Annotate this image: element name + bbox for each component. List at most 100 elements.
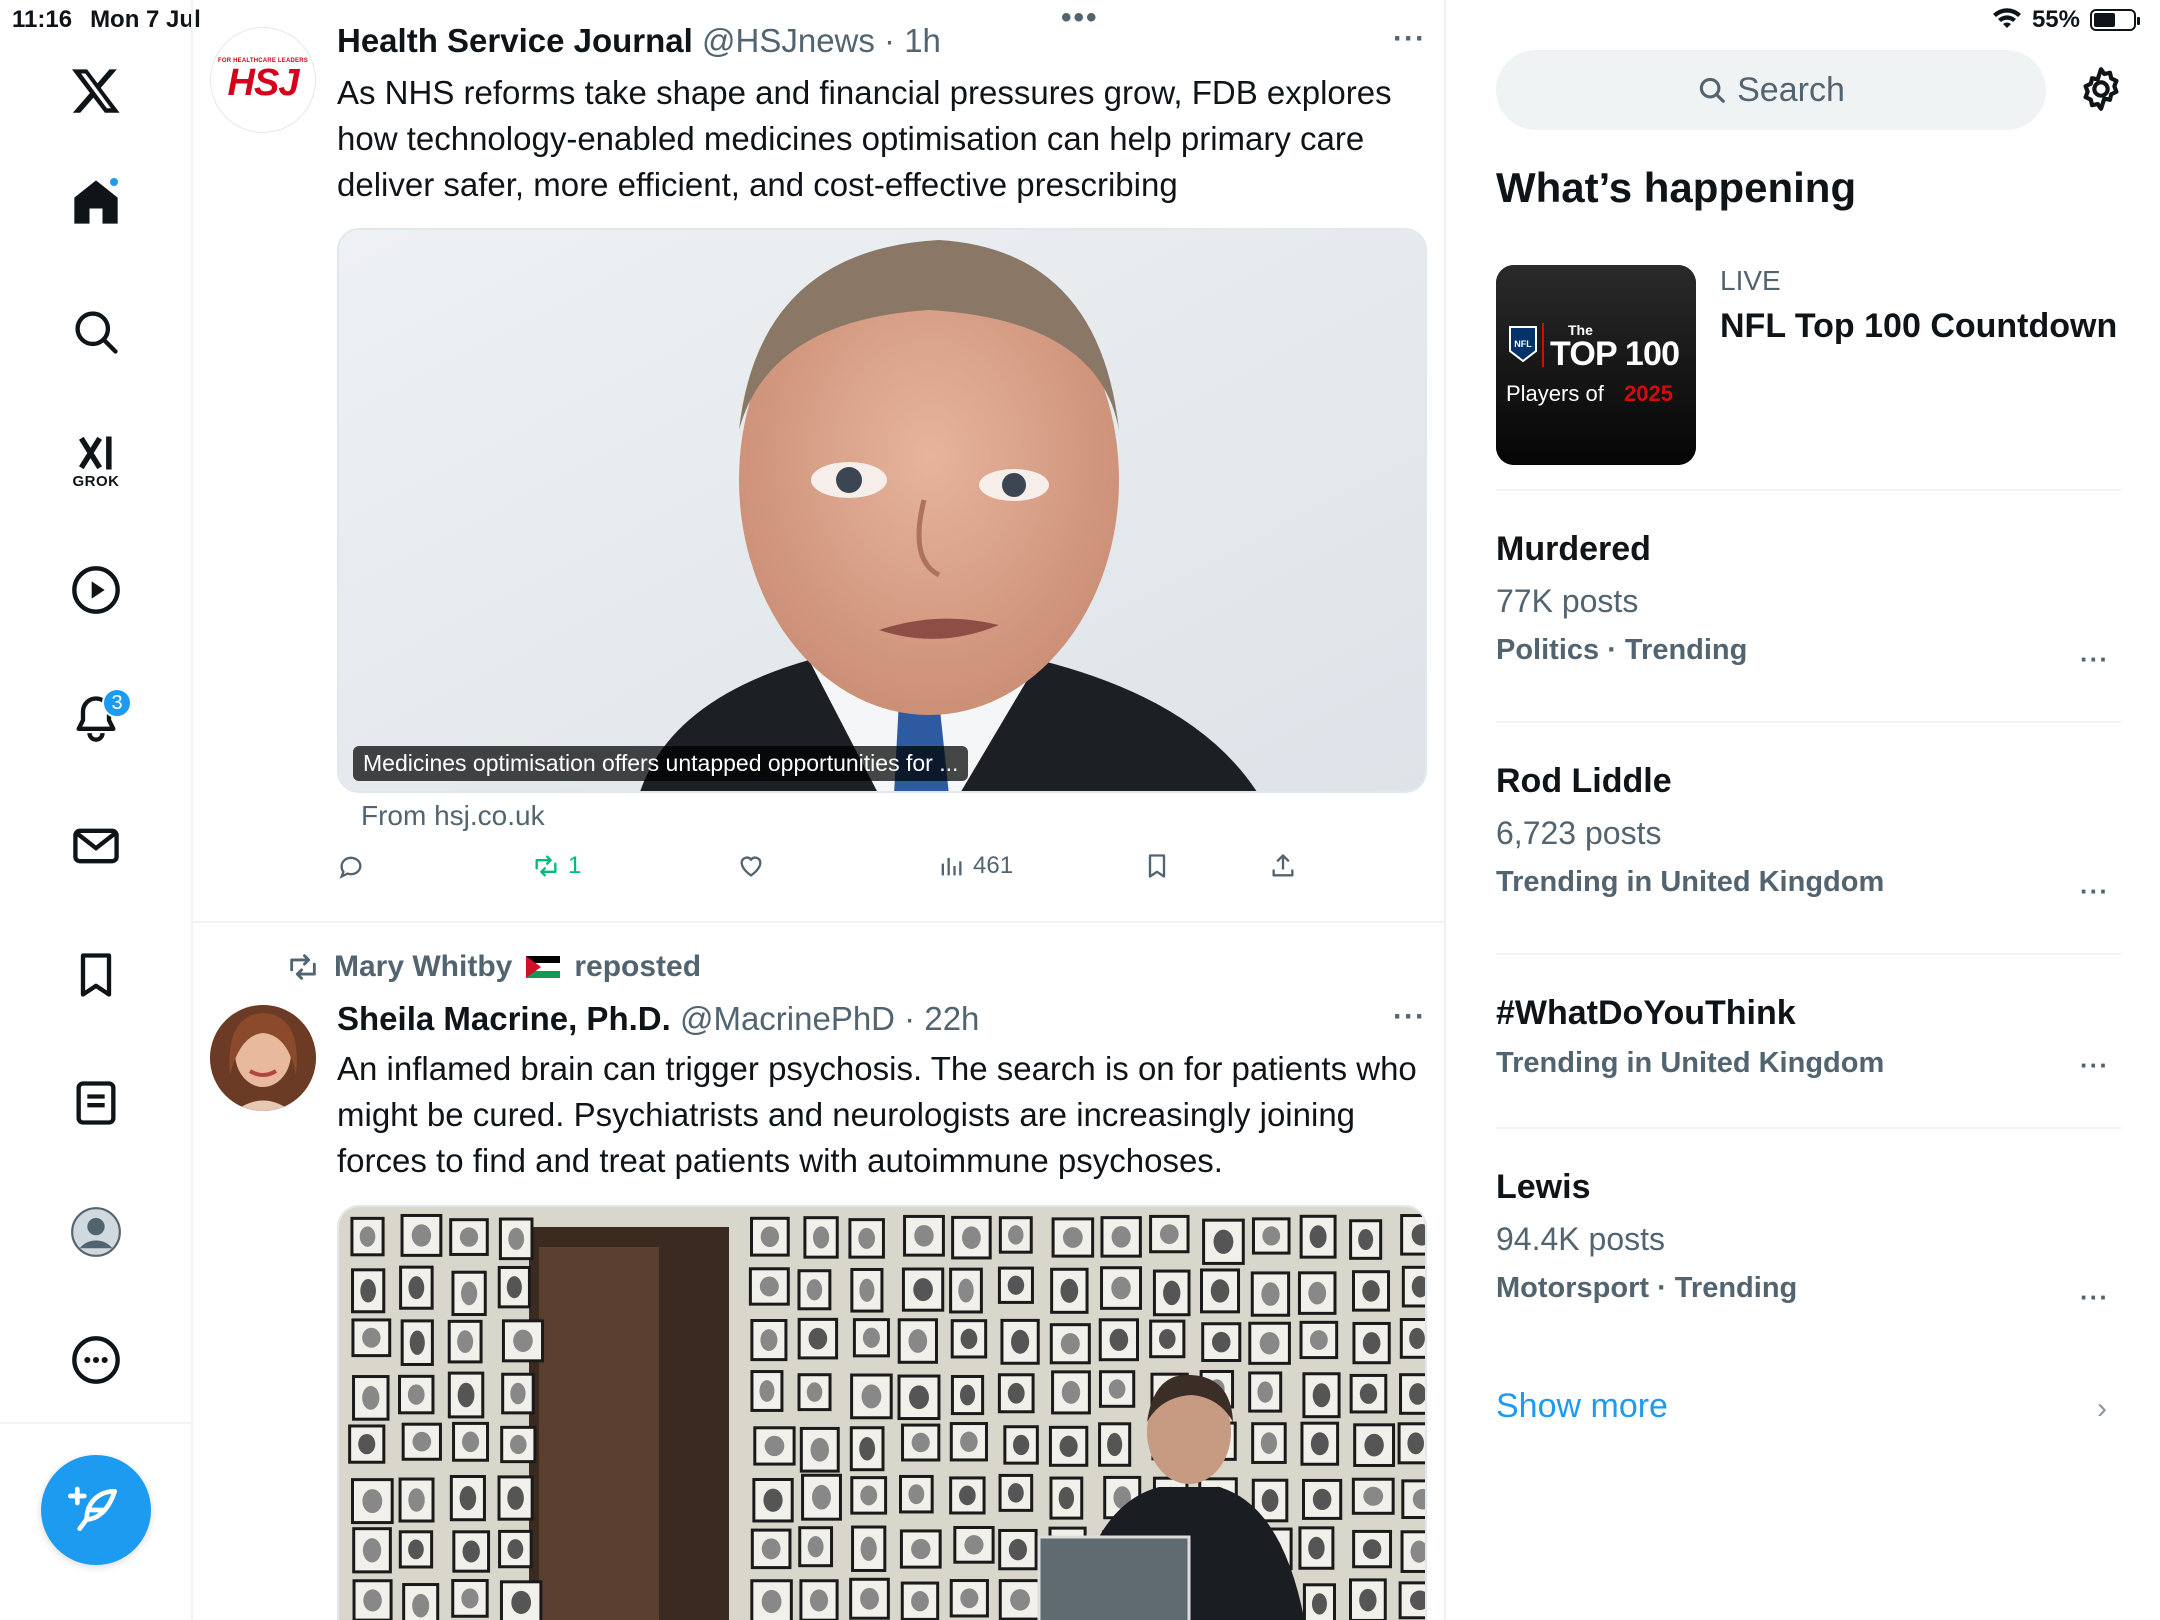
left-nav: GROK 3 [0,0,193,1620]
share-button[interactable] [1269,852,1297,880]
grok-label: GROK [72,472,120,490]
author-photo [210,1005,316,1111]
trend-context: Trending in United Kingdom [1496,866,1885,898]
nav-explore[interactable] [56,292,136,372]
feather-plus-icon [68,1486,117,1531]
share-icon [1272,854,1294,877]
notifications-badge: 3 [102,688,132,718]
views-button[interactable]: 461 [937,852,1013,880]
trend-post-count: 94.4K posts [1496,1221,1665,1257]
repost-context[interactable]: Mary Whitby reposted [286,950,701,984]
nav-divider [0,1422,193,1424]
right-sidebar: Search What’s happening NFL The TOP 100 … [1446,0,2160,1620]
trend-item[interactable]: Rod Liddle 6,723 posts Trending in Unite… [1496,762,2121,906]
link-card-title: Medicines optimisation offers untapped o… [353,746,969,781]
nav-bookmarks[interactable] [56,935,136,1015]
timeline: FOR HEALTHCARE LEADERS HSJ Health Servic… [193,0,1446,1620]
trend-context: Politics · Trending [1496,634,1748,666]
author-handle-time[interactable]: @MacrinePhD · 22h [680,1000,979,1037]
nfl-top100-thumbnail: NFL The TOP 100 Players of 2025 [1496,265,1696,465]
more-circle-icon [72,1336,120,1384]
trend-name: #WhatDoYouThink [1496,994,1796,1032]
repost-icon [535,855,557,877]
list-icon [76,1081,116,1125]
author-name[interactable]: Health Service Journal [337,22,693,59]
divider [1496,489,2121,491]
thumb-players: Players of [1506,381,1605,406]
trend-more-button[interactable]: ··· [2080,1050,2109,1081]
bookmark-icon [1148,854,1166,878]
trend-name: Lewis [1496,1168,1591,1206]
repost-button[interactable]: 1 [532,852,581,880]
trend-more-button[interactable]: ··· [2080,876,2109,907]
palestine-flag-icon [526,956,561,978]
nav-more[interactable] [56,1320,136,1400]
nav-notifications[interactable]: 3 [56,678,136,758]
search-icon [1699,77,1725,103]
like-button[interactable] [737,852,765,880]
repost-icon [290,954,316,980]
reposted-label: reposted [574,950,702,983]
envelope-icon [73,828,119,864]
tweet-more-button[interactable]: ··· [1393,1000,1426,1034]
compose-post-button[interactable] [41,1455,151,1565]
portrait-photo [339,230,1425,791]
bookmark-button[interactable] [1143,852,1171,880]
search-input[interactable]: Search [1496,50,2046,130]
settings-gear-icon[interactable] [2076,64,2126,114]
nav-profile[interactable] [56,1192,136,1272]
trend-more-button[interactable]: ··· [2080,644,2109,675]
x-logo-icon[interactable] [56,50,136,130]
profile-avatar-icon [71,1207,121,1257]
play-circle-icon [72,566,120,614]
live-event-card[interactable]: NFL The TOP 100 Players of 2025 LIVE NFL… [1496,265,2117,465]
reply-button[interactable] [337,852,365,880]
gallery-wall-photo [339,1207,1425,1620]
show-more-link[interactable]: Show more [1496,1387,1668,1426]
search-placeholder: Search [1737,70,1845,109]
nav-grok[interactable]: GROK [56,420,136,500]
trend-context: Motorsport · Trending [1496,1272,1798,1304]
tweet-more-button[interactable]: ··· [1393,22,1426,56]
trend-item[interactable]: Lewis 94.4K posts Motorsport · Trending … [1496,1168,2121,1312]
nav-video[interactable] [56,550,136,630]
trend-item[interactable]: #WhatDoYouThink Trending in United Kingd… [1496,994,2121,1080]
nav-lists[interactable] [56,1063,136,1143]
search-icon [75,311,118,354]
author-name[interactable]: Sheila Macrine, Ph.D. [337,1000,671,1037]
trend-more-button[interactable]: ··· [2080,1282,2109,1313]
trend-context: Trending in United Kingdom [1496,1047,1885,1079]
tweet-header: Sheila Macrine, Ph.D. @MacrinePhD · 22h [337,1000,979,1038]
divider [1496,953,2121,955]
thumb-nfl: NFL [1514,339,1532,349]
chevron-right-icon[interactable]: › [2097,1392,2107,1426]
repost-count: 1 [568,852,582,879]
divider [1496,721,2121,723]
trend-name: Rod Liddle [1496,762,1672,800]
tweet-separator [193,921,1444,923]
tweet-text: An inflamed brain can trigger psychosis.… [337,1050,1417,1179]
link-card-image[interactable]: Medicines optimisation offers untapped o… [337,228,1427,793]
grok-icon [79,436,112,469]
thumb-year: 2025 [1624,381,1673,406]
trend-item[interactable]: Murdered 77K posts Politics · Trending ·… [1496,530,2121,674]
trend-name: Murdered [1496,530,1651,568]
views-chart-icon [941,857,962,876]
divider [1496,1127,2121,1129]
author-handle-time[interactable]: @HSJnews · 1h [702,22,941,59]
hsj-avatar-logo: HSJ [227,62,300,104]
sheila-avatar[interactable] [210,1005,316,1111]
tweet-image[interactable] [337,1205,1427,1620]
trend-post-count: 6,723 posts [1496,815,1662,851]
heart-icon [740,856,762,877]
whats-happening-title: What’s happening [1496,164,1857,211]
nav-home[interactable] [56,162,136,242]
trend-post-count: 77K posts [1496,583,1639,619]
live-tag: LIVE [1720,265,1781,296]
tweet-header: Health Service Journal @HSJnews · 1h [337,22,941,60]
hsj-avatar[interactable]: FOR HEALTHCARE LEADERS HSJ [210,27,316,133]
views-count: 461 [973,852,1014,879]
reply-icon [339,856,362,879]
nav-messages[interactable] [56,806,136,886]
link-source[interactable]: From hsj.co.uk [361,800,545,832]
